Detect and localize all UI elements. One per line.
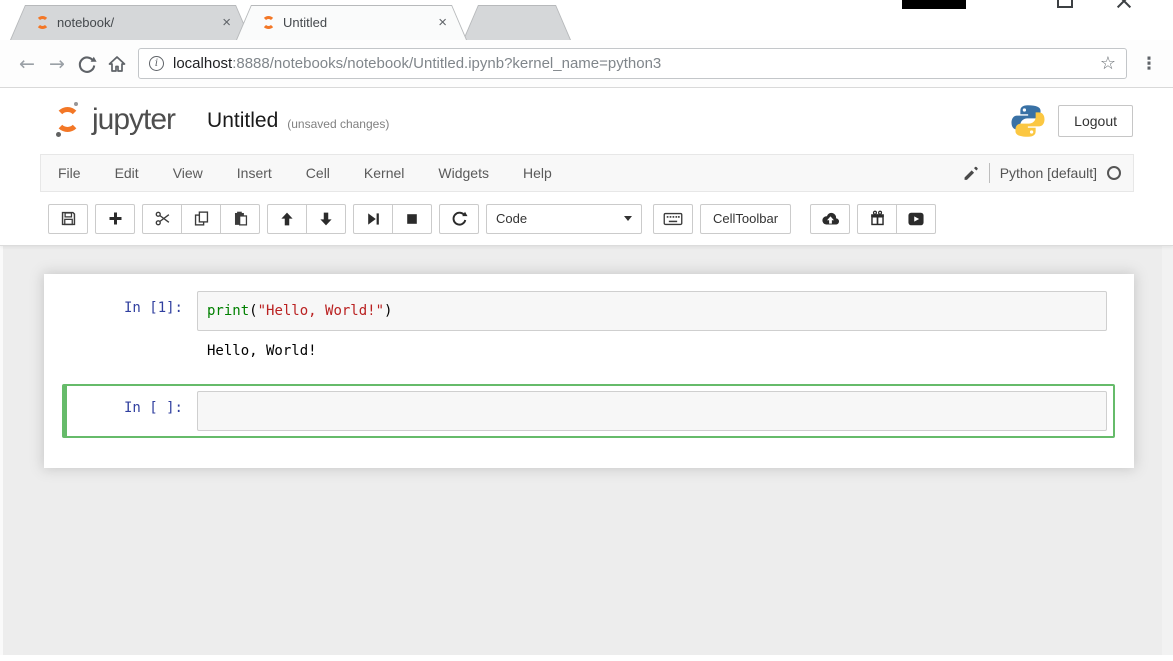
- jupyter-logo-icon: [55, 107, 80, 132]
- kernel-status-icon: [1107, 166, 1121, 180]
- output-prompt: [67, 331, 197, 363]
- edit-mode-pencil-icon: [962, 165, 979, 182]
- window-maximize-icon[interactable]: [1057, 0, 1073, 8]
- move-cell-up-button[interactable]: [267, 204, 307, 234]
- add-cell-button[interactable]: [95, 204, 135, 234]
- code-paren: ): [384, 303, 392, 319]
- restart-kernel-button[interactable]: [439, 204, 479, 234]
- scrollbar[interactable]: [1162, 246, 1173, 661]
- jupyter-favicon: [36, 16, 49, 29]
- paste-cell-button[interactable]: [220, 204, 260, 234]
- window-close-icon[interactable]: [1115, 0, 1133, 10]
- play-video-button[interactable]: [896, 204, 936, 234]
- jupyter-logo[interactable]: jupyter: [55, 105, 175, 137]
- browser-tab-notebook[interactable]: notebook/ ×: [10, 5, 251, 40]
- cell-type-value: Code: [496, 211, 624, 226]
- titlebar-black-bar: [902, 0, 966, 9]
- chevron-down-icon: [624, 216, 632, 221]
- menu-help[interactable]: Help: [506, 155, 569, 191]
- copy-cell-button[interactable]: [181, 204, 221, 234]
- page-info-icon[interactable]: i: [149, 56, 164, 71]
- code-paren: (: [249, 303, 257, 319]
- celltoolbar-button[interactable]: CellToolbar: [700, 204, 791, 234]
- jupyter-logo-text: jupyter: [92, 105, 175, 137]
- browser-menu-icon[interactable]: ⋮: [1137, 54, 1161, 74]
- cloud-upload-button[interactable]: [810, 204, 850, 234]
- cell-output: Hello, World!: [197, 331, 1107, 363]
- tab-close-icon[interactable]: ×: [438, 15, 447, 30]
- save-button[interactable]: [48, 204, 88, 234]
- python-logo-icon: [1010, 103, 1046, 139]
- browser-window: notebook/ × Untitled × ← →: [0, 0, 1173, 661]
- url-host: localhost: [173, 55, 232, 72]
- input-prompt: In [1]:: [67, 291, 197, 316]
- browser-tab-untitled[interactable]: Untitled ×: [236, 5, 467, 40]
- menu-widgets[interactable]: Widgets: [421, 155, 506, 191]
- menu-insert[interactable]: Insert: [220, 155, 289, 191]
- address-bar[interactable]: i localhost:8888/notebooks/notebook/Unti…: [138, 48, 1127, 79]
- code-input-1[interactable]: print("Hello, World!"): [197, 291, 1107, 331]
- notebook-menubar: File Edit View Insert Cell Kernel Widget…: [40, 154, 1134, 192]
- forward-icon[interactable]: →: [42, 49, 72, 79]
- autosave-status: (unsaved changes): [287, 111, 389, 131]
- notebook-title[interactable]: Untitled: [207, 109, 278, 133]
- menu-kernel[interactable]: Kernel: [347, 155, 421, 191]
- code-cell-1[interactable]: In [1]: print("Hello, World!") Hello, Wo…: [62, 284, 1115, 370]
- reload-icon[interactable]: [72, 49, 102, 79]
- move-cell-down-button[interactable]: [306, 204, 346, 234]
- input-prompt: In [ ]:: [67, 391, 197, 416]
- menu-cell[interactable]: Cell: [289, 155, 347, 191]
- tab-title: notebook/: [57, 15, 214, 30]
- kernel-name-label[interactable]: Python [default]: [1000, 165, 1097, 181]
- notebook-header: jupyter Untitled (unsaved changes) Logou…: [0, 88, 1173, 154]
- menu-view[interactable]: View: [156, 155, 220, 191]
- new-tab-button[interactable]: [463, 5, 571, 40]
- logout-button[interactable]: Logout: [1058, 105, 1133, 137]
- code-keyword: print: [207, 303, 249, 319]
- menu-file[interactable]: File: [41, 155, 98, 191]
- notebook-container: In [1]: print("Hello, World!") Hello, Wo…: [44, 274, 1134, 468]
- back-icon[interactable]: ←: [12, 49, 42, 79]
- code-string: "Hello, World!": [258, 303, 384, 319]
- menu-edit[interactable]: Edit: [98, 155, 156, 191]
- browser-tab-strip: notebook/ × Untitled ×: [0, 0, 1173, 40]
- bookmark-star-icon[interactable]: ☆: [1100, 53, 1116, 74]
- cell-type-select[interactable]: Code: [486, 204, 642, 234]
- browser-toolbar: ← → i localhost:8888/notebooks/notebook/…: [0, 40, 1173, 88]
- code-input-2[interactable]: [197, 391, 1107, 431]
- tab-title: Untitled: [283, 15, 430, 30]
- url-text[interactable]: localhost:8888/notebooks/notebook/Untitl…: [173, 55, 1092, 72]
- url-path: :8888/notebooks/notebook/Untitled.ipynb?…: [232, 55, 661, 72]
- command-palette-keyboard-button[interactable]: [653, 204, 693, 234]
- tab-close-icon[interactable]: ×: [222, 15, 231, 30]
- cut-cell-button[interactable]: [142, 204, 182, 234]
- jupyter-favicon: [262, 16, 275, 29]
- notebook-panel: In [1]: print("Hello, World!") Hello, Wo…: [0, 246, 1173, 661]
- gift-button[interactable]: [857, 204, 897, 234]
- code-cell-2-selected[interactable]: In [ ]:: [62, 384, 1115, 438]
- interrupt-kernel-button[interactable]: [392, 204, 432, 234]
- run-cell-button[interactable]: [353, 204, 393, 234]
- notebook-toolbar: Code CellToolbar: [0, 194, 1173, 246]
- home-icon[interactable]: [102, 49, 132, 79]
